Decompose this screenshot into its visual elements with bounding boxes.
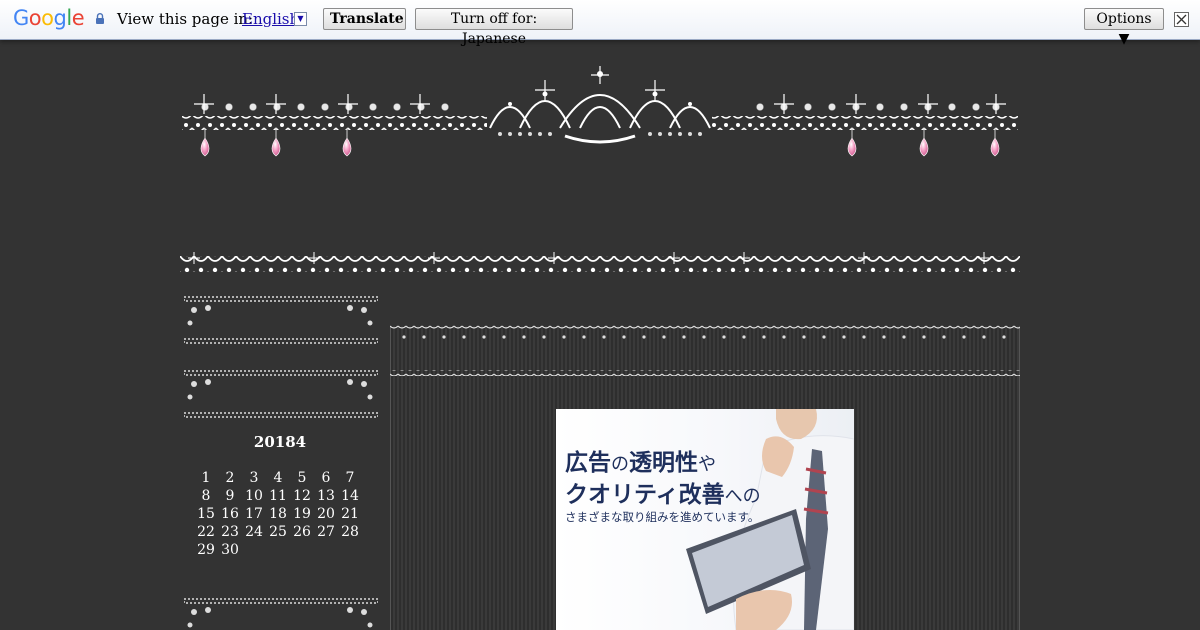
calendar-day: 30 — [221, 542, 239, 558]
translate-bar: Google View this page in: English ▼ Tran… — [0, 0, 1200, 47]
turn-off-button[interactable]: Turn off for: Japanese — [415, 8, 573, 47]
calendar-day: 23 — [221, 524, 239, 540]
calendar-day: 25 — [269, 524, 287, 540]
view-page-label: View this page in: — [117, 10, 254, 28]
advertisement-banner[interactable]: 広告の透明性や クオリティ改善への さまざまな取り組みを進めています。 — [556, 409, 854, 630]
calendar-day: 5 — [297, 470, 307, 486]
calendar-day: 2 — [225, 470, 235, 486]
lace-divider — [180, 252, 1020, 272]
calendar-title: 20184 — [253, 433, 307, 451]
calendar-day: 22 — [197, 524, 215, 540]
translate-button[interactable]: Translate — [323, 8, 406, 30]
calendar-day: 19 — [293, 506, 311, 522]
calendar-day: 9 — [225, 488, 235, 504]
logo-letter: o — [28, 6, 42, 30]
language-select-link[interactable]: English — [242, 10, 299, 28]
calendar-day: 26 — [293, 524, 311, 540]
calendar-day: 16 — [221, 506, 239, 522]
calendar-day: 21 — [341, 506, 359, 522]
calendar-day: 24 — [245, 524, 263, 540]
calendar-grid: 1 2 3 4 5 6 7 8 9 10 11 12 13 14 15 16 1… — [194, 469, 370, 559]
calendar-day: 6 — [321, 470, 331, 486]
calendar-day: 18 — [269, 506, 287, 522]
calendar-day: 1 — [201, 470, 211, 486]
calendar-day: 28 — [341, 524, 359, 540]
sidebar-frame — [184, 598, 378, 628]
ad-text: への — [724, 486, 761, 507]
calendar-day: 14 — [341, 488, 359, 504]
ad-text: クオリティ改善 — [565, 482, 725, 508]
calendar-day: 4 — [273, 470, 283, 486]
logo-letter: G — [13, 6, 29, 30]
calendar-day: 12 — [293, 488, 311, 504]
ad-text: 透明性 — [629, 450, 698, 476]
calendar-day: 8 — [201, 488, 211, 504]
calendar-day: 13 — [317, 488, 335, 504]
calendar-day: 29 — [197, 542, 215, 558]
calendar-day: 15 — [197, 506, 215, 522]
ad-subtext: さまざまな取り組みを進めています。 — [565, 510, 760, 524]
calendar-day: 10 — [245, 488, 263, 504]
close-button[interactable] — [1174, 12, 1189, 27]
ad-text: の — [611, 454, 629, 475]
sidebar-frame — [184, 296, 378, 344]
calendar-day: 17 — [245, 506, 263, 522]
calendar-day: 11 — [269, 488, 287, 504]
options-button[interactable]: Options ▼ — [1084, 8, 1164, 47]
ad-text: や — [698, 454, 716, 475]
google-logo: Google — [13, 6, 85, 30]
sidebar-frame — [184, 370, 378, 418]
ad-headline-1: 広告の透明性や — [565, 443, 716, 477]
calendar-day: 7 — [345, 470, 355, 486]
logo-letter: o — [41, 6, 54, 30]
close-icon — [1176, 14, 1187, 25]
main-panel-trim — [390, 324, 1020, 376]
logo-letter: e — [71, 6, 85, 30]
logo-letter: g — [53, 6, 67, 30]
calendar-day: 20 — [317, 506, 335, 522]
chevron-down-icon[interactable]: ▼ — [294, 12, 307, 26]
calendar-day: 27 — [317, 524, 335, 540]
calendar-day: 3 — [249, 470, 259, 486]
ad-text: 広告 — [565, 450, 611, 476]
ad-headline-2: クオリティ改善への — [565, 475, 761, 509]
tiara-header-decoration — [182, 66, 1018, 157]
lock-icon — [96, 13, 104, 24]
